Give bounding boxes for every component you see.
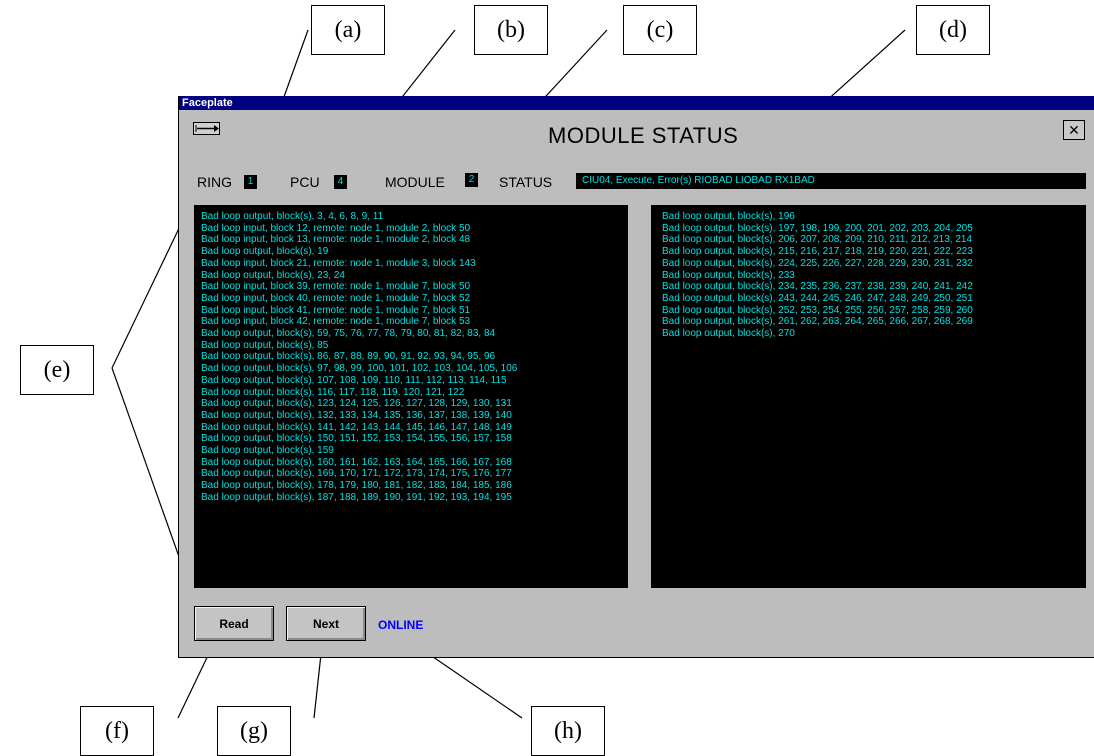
page-title: MODULE STATUS [548,123,739,148]
list-item: Bad loop output, block(s), 160, 161, 162… [201,456,512,468]
callout-f: (f) [80,706,154,756]
list-item: Bad loop output, block(s), 169, 170, 171… [201,468,512,480]
list-item: Bad loop output, block(s), 150, 151, 152… [201,433,512,445]
list-item: Bad loop output, block(s), 116, 117, 118… [201,386,465,398]
error-list-right: Bad loop output, block(s), 196 Bad loop o… [651,205,1086,588]
list-item: Bad loop input, block 13, remote: node 1… [201,234,471,246]
list-item: Bad loop output, block(s), 141, 142, 143… [201,421,512,433]
list-item: Bad loop output, block(s), 197, 198, 199… [662,222,973,234]
callout-h: (h) [531,706,605,756]
callout-c: (c) [623,5,697,55]
ring-value: 1 [244,175,257,189]
list-item: Bad loop output, block(s), 97, 98, 99, 1… [201,363,518,375]
error-list-left: Bad loop output, block(s), 3, 4, 6, 8, 9… [194,205,628,588]
module-label: MODULE [385,174,445,190]
list-item: Bad loop output, block(s), 19 [201,246,329,258]
list-item: Bad loop input, block 39, remote: node 1… [201,281,471,293]
list-item: Bad loop output, block(s), 159 [201,445,334,457]
close-button[interactable]: ✕ [1063,120,1085,140]
list-item: Bad loop output, block(s), 261, 262, 263… [662,316,973,328]
list-item: Bad loop output, block(s), 85 [201,339,329,351]
list-item: Bad loop output, block(s), 86, 87, 88, 8… [201,351,496,363]
callout-g: (g) [217,706,291,756]
list-item: Bad loop output, block(s), 187, 188, 189… [201,491,512,503]
list-item: Bad loop input, block 40, remote: node 1… [201,292,471,304]
list-item: Bad loop output, block(s), 107, 108, 109… [201,374,507,386]
pcu-value: 4 [334,175,347,189]
list-item: Bad loop input, block 41, remote: node 1… [201,304,471,316]
list-item: Bad loop output, block(s), 224, 225, 226… [662,257,973,269]
list-item: Bad loop output, block(s), 215, 216, 217… [662,246,973,258]
list-item: Bad loop output, block(s), 234, 235, 236… [662,281,973,293]
faceplate-window: Faceplate MODULE STATUS ✕ RING 1 PCU 4 M… [178,96,1094,658]
list-item: Bad loop output, block(s), 178, 179, 180… [201,480,512,492]
list-item: Bad loop output, block(s), 23, 24 [201,269,345,281]
arrow-right-icon[interactable] [193,122,223,135]
list-item: Bad loop output, block(s), 206, 207, 208… [662,234,973,246]
callout-e: (e) [20,345,94,395]
list-item: Bad loop output, block(s), 59, 75, 76, 7… [201,328,496,340]
list-item: Bad loop output, block(s), 196 [662,211,795,222]
status-label: STATUS [499,174,553,190]
callout-d: (d) [916,5,990,55]
module-value: 2 [465,173,478,187]
callout-a: (a) [311,5,385,55]
list-item: Bad loop output, block(s), 252, 253, 254… [662,304,973,316]
pcu-label: PCU [290,174,320,190]
connection-status: ONLINE [378,618,424,632]
close-icon: ✕ [1068,121,1080,138]
list-item: Bad loop output, block(s), 3, 4, 6, 8, 9… [201,211,384,222]
list-item: Bad loop output, block(s), 233 [662,269,795,281]
list-item: Bad loop output, block(s), 123, 124, 125… [201,398,512,410]
read-button[interactable]: Read [194,606,274,641]
list-item: Bad loop output, block(s), 270 [662,328,795,340]
status-value: CIU04, Execute, Error(s) RIOBAD LIOBAD R… [576,173,1086,189]
list-item: Bad loop input, block 42, remote: node 1… [201,316,471,328]
callout-b: (b) [474,5,548,55]
list-item: Bad loop input, block 21, remote: node 1… [201,257,476,269]
next-button[interactable]: Next [286,606,366,641]
list-item: Bad loop output, block(s), 243, 244, 245… [662,292,973,304]
list-item: Bad loop output, block(s), 132, 133, 134… [201,409,512,421]
ring-label: RING [197,174,232,190]
list-item: Bad loop input, block 12, remote: node 1… [201,222,471,234]
window-titlebar: Faceplate [179,96,1094,110]
